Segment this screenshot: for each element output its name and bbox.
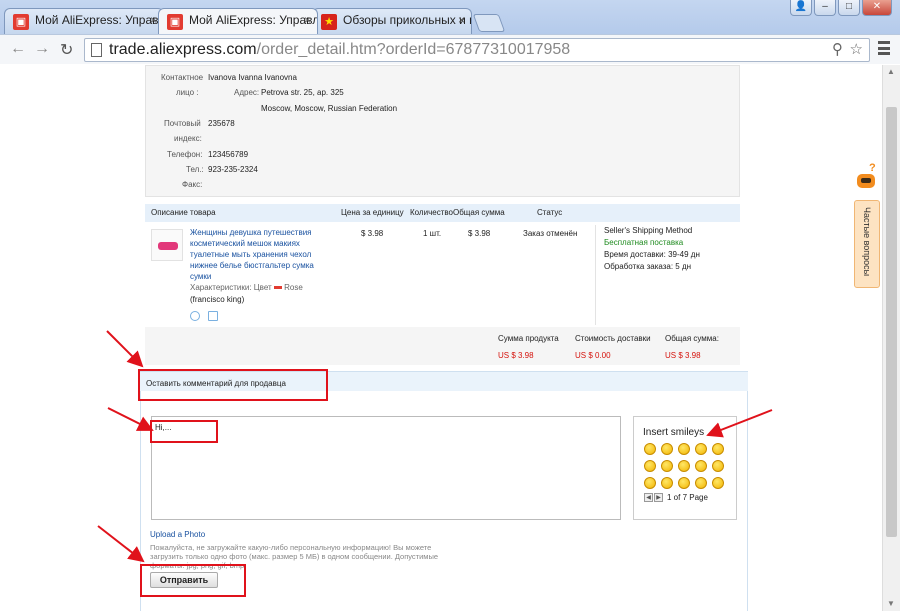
window-controls: 👤 – □ ✕	[790, 0, 892, 16]
arrow-comment-header	[106, 330, 144, 368]
browser-toolbar: ← → ↻ trade.aliexpress.com/order_detail.…	[0, 34, 900, 64]
browser-tab-active[interactable]: ▣ Мой AliExpress: Управлять ×	[158, 8, 318, 34]
tab-strip: ▣ Мой AliExpress: Управлять × ▣ Мой AliE…	[4, 8, 506, 34]
page-viewport: Контактное Ivanova Ivanna Ivanovna лицо …	[0, 65, 882, 611]
faq-label: Частые вопросы	[862, 207, 872, 277]
scroll-down-icon[interactable]: ▼	[887, 599, 895, 608]
aliexpress-favicon-icon: ▣	[167, 14, 183, 30]
address-bar[interactable]: trade.aliexpress.com/order_detail.htm?or…	[84, 38, 870, 62]
faq-widget[interactable]: ? Частые вопросы	[852, 162, 880, 290]
back-arrow-icon[interactable]: ←	[10, 40, 26, 58]
new-tab-button[interactable]	[472, 14, 506, 32]
forward-arrow-icon[interactable]: →	[34, 40, 50, 58]
arrow-smileys	[706, 409, 773, 438]
close-tab-icon[interactable]: ×	[150, 13, 157, 27]
browser-tab[interactable]: ★ Обзоры прикольных и необ ×	[312, 8, 472, 34]
profile-icon[interactable]: 👤	[790, 0, 812, 16]
chrome-menu-icon[interactable]	[878, 41, 890, 55]
url-host: trade.aliexpress.com	[109, 41, 257, 58]
china-flag-favicon-icon: ★	[321, 14, 337, 30]
browser-tab[interactable]: ▣ Мой AliExpress: Управлять ×	[4, 8, 164, 34]
arrow-send	[97, 525, 145, 563]
zoom-icon[interactable]: ⚲	[832, 39, 843, 61]
tab-title: Мой AliExpress: Управлять	[189, 13, 318, 27]
scroll-up-icon[interactable]: ▲	[887, 67, 895, 76]
url-path: /order_detail.htm?orderId=67877310017958	[256, 41, 571, 58]
tab-title: Обзоры прикольных и необ	[343, 13, 471, 27]
tab-title: Мой AliExpress: Управлять	[35, 13, 163, 27]
vertical-scrollbar[interactable]: ▲ ▼	[882, 65, 900, 611]
scrollbar-thumb[interactable]	[886, 107, 897, 537]
close-tab-icon[interactable]: ×	[458, 13, 465, 27]
browser-chrome: ▣ Мой AliExpress: Управлять × ▣ Мой AliE…	[0, 0, 900, 64]
arrow-textarea	[107, 407, 154, 431]
aliexpress-favicon-icon: ▣	[13, 14, 29, 30]
reload-icon[interactable]: ↻	[60, 40, 73, 60]
maximize-button[interactable]: □	[838, 0, 860, 16]
page-icon	[91, 43, 102, 57]
bookmark-star-icon[interactable]: ☆	[850, 39, 863, 61]
minimize-button[interactable]: –	[814, 0, 836, 16]
faq-tag[interactable]: Частые вопросы	[854, 200, 880, 288]
close-window-button[interactable]: ✕	[862, 0, 892, 16]
robot-icon: ?	[854, 162, 878, 194]
close-tab-icon[interactable]: ×	[304, 13, 311, 27]
annotation-arrows	[97, 330, 773, 563]
